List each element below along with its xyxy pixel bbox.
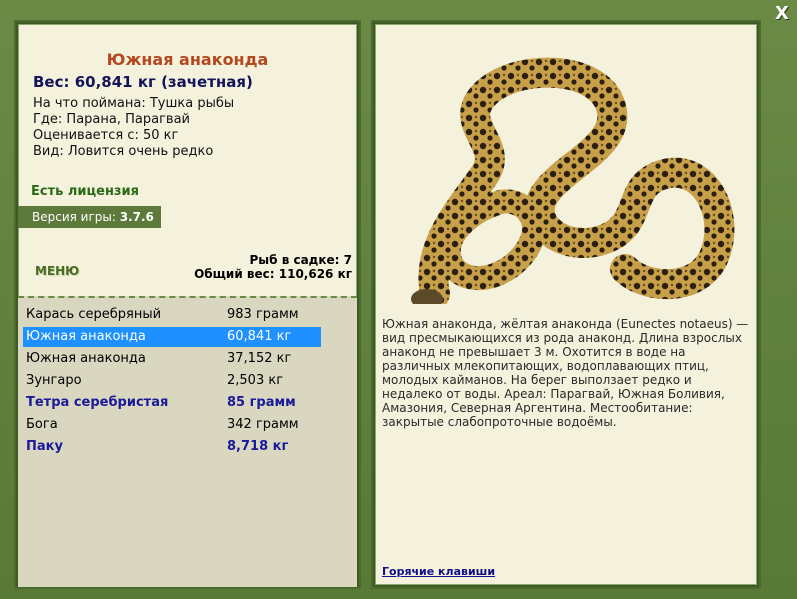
catch-weight: 2,503 кг — [227, 373, 284, 388]
catch-row[interactable]: Бога 342 грамм — [23, 415, 321, 435]
catch-name: Карась серебряный — [26, 307, 162, 322]
catch-weight: 8,718 кг — [227, 439, 289, 454]
catch-name: Паку — [26, 439, 63, 454]
catch-name: Бога — [26, 417, 58, 432]
catch-weight: 983 грамм — [227, 307, 299, 322]
cage-stats: Рыб в садке: 7 Общий вес: 110,626 кг — [194, 253, 352, 281]
caught-on: На что поймана: Тушка рыбы — [33, 96, 235, 111]
catch-row[interactable]: Южная анаконда 37,152 кг — [23, 349, 321, 369]
fish-info-panel: Южная анаконда Вес: 60,841 кг (зачетная)… — [16, 22, 359, 587]
catch-row[interactable]: Тетра серебристая 85 грамм — [23, 393, 321, 413]
catch-name: Зунгаро — [26, 373, 82, 388]
catch-weight: 85 грамм — [227, 395, 296, 410]
anaconda-image — [411, 57, 735, 304]
valued-from: Оценивается с: 50 кг — [33, 128, 179, 143]
fish-weight: Вес: 60,841 кг (зачетная) — [33, 73, 253, 91]
catch-row[interactable]: Паку 8,718 кг — [23, 437, 321, 457]
version-value: 3.7.6 — [119, 210, 154, 224]
catch-name: Тетра серебристая — [26, 395, 169, 410]
fish-image-panel: Южная анаконда, жёлтая анаконда (Eunecte… — [373, 22, 759, 587]
catch-row[interactable]: Зунгаро 2,503 кг — [23, 371, 321, 391]
catch-weight: 60,841 кг — [227, 329, 292, 344]
close-button[interactable]: X — [772, 4, 792, 24]
catch-name: Южная анаконда — [26, 329, 146, 344]
game-version-bar: Версия игры: 3.7.6 — [18, 206, 161, 228]
fish-description: Южная анаконда, жёлтая анаконда (Eunecte… — [382, 317, 749, 429]
license-status: Есть лицензия — [31, 184, 139, 199]
hotkeys-link[interactable]: Горячие клавиши — [382, 565, 495, 578]
version-label: Версия игры: — [32, 210, 116, 224]
menu-button[interactable]: МЕНЮ — [35, 264, 79, 278]
catch-weight: 37,152 кг — [227, 351, 292, 366]
catch-row[interactable]: Южная анаконда 60,841 кг — [23, 327, 321, 347]
cage-count: Рыб в садке: 7 — [249, 253, 353, 267]
rarity: Вид: Ловится очень редко — [33, 144, 214, 159]
catch-weight: 342 грамм — [227, 417, 299, 432]
catch-name: Южная анаконда — [26, 351, 146, 366]
cage-total-weight: Общий вес: 110,626 кг — [194, 267, 352, 281]
catch-list: Карась серебряный 983 грамм Южная анакон… — [18, 296, 357, 587]
caught-where: Где: Парана, Парагвай — [33, 112, 190, 127]
catch-row[interactable]: Карась серебряный 983 грамм — [23, 305, 321, 325]
fish-title: Южная анаконда — [106, 50, 269, 69]
